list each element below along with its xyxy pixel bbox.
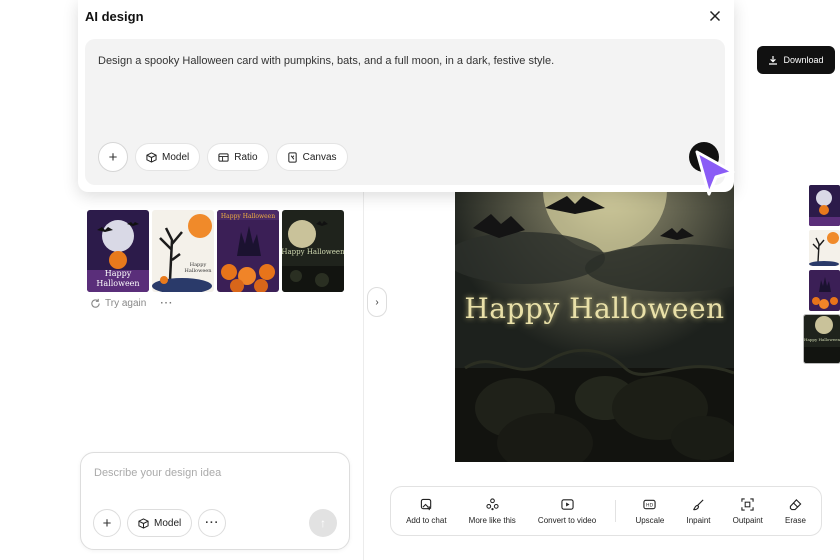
variation-thumbnail-4[interactable]: Happy Halloween [803,314,840,364]
ratio-button[interactable]: Ratio [207,143,269,171]
download-button[interactable]: Download [757,46,835,74]
cube-icon [138,517,149,529]
cube-icon [146,151,157,163]
plus-icon: + [102,514,112,532]
add-to-chat-button[interactable]: Add to chat [403,498,449,525]
close-icon[interactable] [708,9,722,23]
svg-text:Halloween: Halloween [96,279,139,288]
arrow-up-icon: ↑ [320,516,326,530]
send-button[interactable]: ↑ [309,509,337,537]
svg-text:Happy Halloween: Happy Halloween [282,248,344,256]
image-toolbar: Add to chat More like this Convert to vi… [390,486,822,536]
prompt-add-button[interactable]: + [98,142,128,172]
prompt-text[interactable]: Design a spooky Halloween card with pump… [98,55,554,67]
try-again-label: Try again [105,298,147,309]
download-icon [769,56,778,65]
result-thumbnail-1[interactable]: Happy Halloween [87,210,149,292]
more-like-this-label: More like this [468,515,516,525]
ratio-icon [218,152,229,162]
collapse-panel-button[interactable]: › [367,287,387,317]
chat-model-button[interactable]: Model [127,509,193,537]
eraser-icon [789,499,802,511]
more-options-button[interactable]: ··· [160,298,173,309]
svg-text:Happy Halloween: Happy Halloween [221,213,275,220]
canvas-label: Canvas [302,151,337,163]
outpaint-button[interactable]: Outpaint [730,498,766,525]
canvas-icon [287,151,297,163]
result-thumbnail-3[interactable]: Happy Halloween [217,210,279,292]
image-title-text: Happy Halloween [464,292,725,325]
try-again-button[interactable]: Try again [90,298,146,309]
model-button[interactable]: Model [135,143,201,171]
result-thumbnail-4[interactable]: Happy Halloween [282,210,344,292]
result-thumbnail-2[interactable]: Happy Halloween [152,210,214,292]
ratio-label: Ratio [234,151,258,163]
model-label: Model [162,151,190,163]
svg-text:Halloween: Halloween [185,268,213,274]
chat-input-placeholder[interactable]: Describe your design idea [94,467,221,479]
svg-text:Happy: Happy [105,269,132,278]
chat-input-box[interactable]: Describe your design idea + Model ··· ↑ [80,452,350,550]
hd-icon: HD [643,499,657,510]
svg-text:HD: HD [646,503,653,509]
toolbar-divider [615,500,617,522]
variation-thumbnail-1[interactable] [809,185,840,226]
upscale-label: Upscale [635,515,665,525]
svg-text:Happy Halloween: Happy Halloween [804,337,840,342]
erase-label: Erase [785,515,806,525]
outpaint-label: Outpaint [732,515,763,525]
generated-results: Happy Halloween Happy Halloween Happy Ha… [87,210,344,292]
image-add-icon [420,498,432,511]
plus-icon: + [108,148,118,166]
chat-model-label: Model [154,517,182,529]
erase-button[interactable]: Erase [782,498,809,525]
prompt-input-area[interactable]: Design a spooky Halloween card with pump… [85,39,725,185]
download-label: Download [783,55,824,65]
video-icon [560,499,574,510]
variation-thumbnail-2[interactable] [809,230,840,266]
mouse-cursor-icon [695,150,735,196]
convert-to-video-label: Convert to video [537,515,597,525]
inpaint-label: Inpaint [686,515,711,525]
upscale-button[interactable]: HD Upscale [632,498,667,525]
chevron-right-icon: › [375,296,379,308]
add-attachment-button[interactable]: + [93,509,121,537]
convert-to-video-button[interactable]: Convert to video [535,498,599,525]
refresh-icon [91,298,100,308]
more-like-this-button[interactable]: More like this [466,498,519,525]
main-design-image[interactable]: Happy Halloween [455,168,734,462]
dialog-title: AI design [85,9,144,24]
more-icon: ··· [205,517,220,529]
inpaint-button[interactable]: Inpaint [683,498,713,525]
design-variations: Happy Halloween [803,185,840,364]
sparkle-cluster-icon [486,498,499,511]
canvas-button[interactable]: Canvas [275,143,348,171]
expand-frame-icon [741,498,754,511]
chat-more-button[interactable]: ··· [198,509,227,537]
result-actions: Try again ··· [90,298,173,309]
brush-icon [693,499,704,511]
ai-design-dialog: AI design Design a spooky Halloween card… [78,0,734,192]
variation-thumbnail-3[interactable] [809,270,840,311]
add-to-chat-label: Add to chat [406,515,447,525]
